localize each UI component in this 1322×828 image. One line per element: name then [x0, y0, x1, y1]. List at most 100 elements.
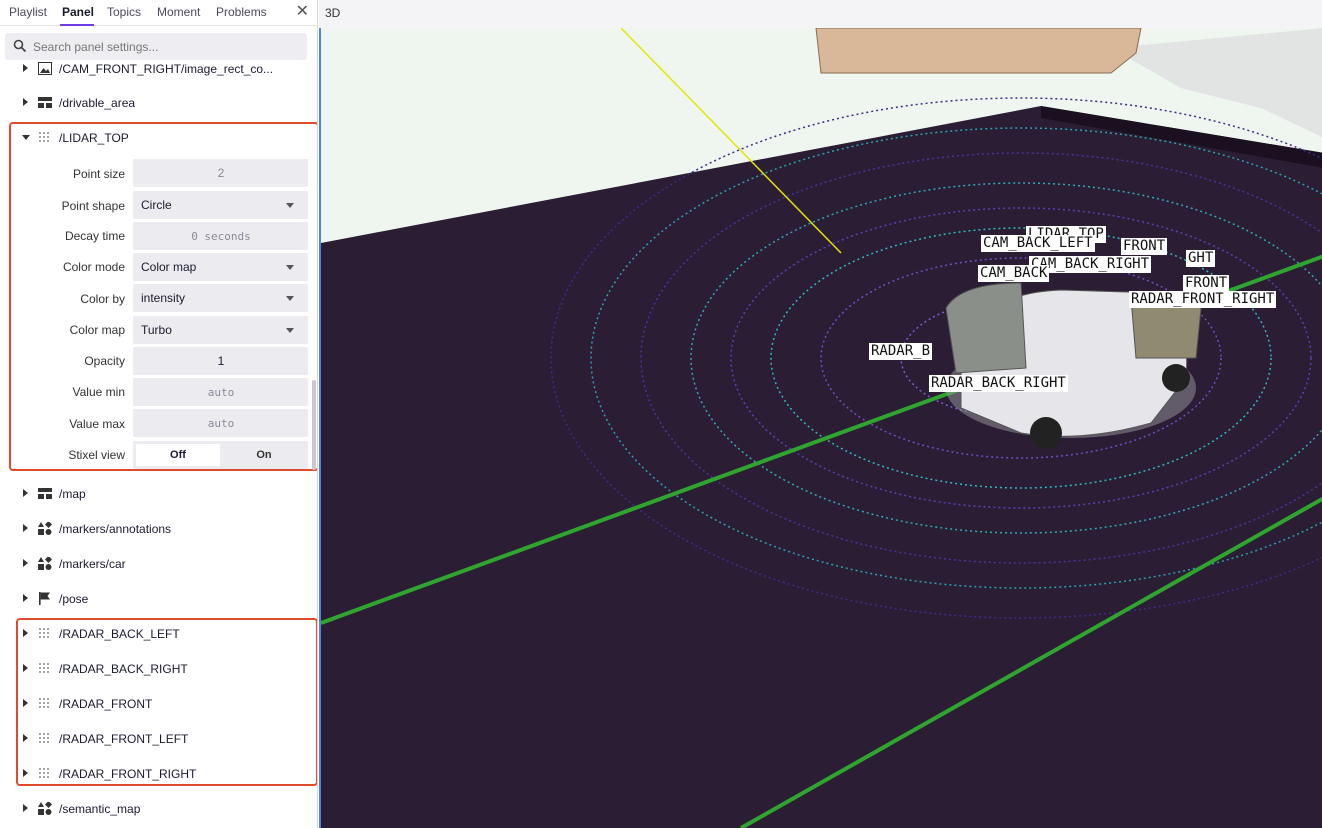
frame-label: FRONT [1121, 238, 1168, 255]
color-by-select[interactable]: intensity [133, 284, 308, 312]
expand-caret-icon[interactable] [23, 664, 28, 672]
topic-label: /semantic_map [59, 802, 141, 816]
topic-row-radar-back-right[interactable]: /RADAR_BACK_RIGHT [0, 656, 317, 682]
topic-label: /LIDAR_TOP [59, 131, 129, 145]
expand-caret-icon[interactable] [23, 98, 28, 106]
expand-caret-icon[interactable] [23, 629, 28, 637]
stixel-view-toggle: Off On [133, 441, 308, 469]
tab-panel[interactable]: Panel [62, 5, 94, 19]
point-shape-select[interactable]: Circle [133, 191, 308, 219]
topic-label: /map [59, 487, 86, 501]
decay-time-value: 0 seconds [191, 230, 251, 243]
topic-row-radar-back-left[interactable]: /RADAR_BACK_LEFT [0, 621, 317, 647]
points-icon [39, 663, 49, 673]
points-icon [39, 628, 49, 638]
value-min-input[interactable]: auto [133, 378, 308, 406]
building-box [815, 28, 1142, 74]
topic-label: /RADAR_BACK_LEFT [59, 627, 180, 641]
topic-label: /RADAR_FRONT_LEFT [59, 732, 189, 746]
point-shape-value: Circle [141, 198, 172, 212]
points-icon [39, 733, 49, 743]
topic-row-cam-front-right[interactable]: /CAM_FRONT_RIGHT/image_rect_co... [0, 56, 317, 82]
stixel-view-label: Stixel view [68, 448, 125, 462]
frame-label: CAM_BACK [978, 265, 1050, 282]
flag-icon [39, 592, 50, 605]
expand-caret-icon[interactable] [23, 804, 28, 812]
topic-label: /RADAR_FRONT [59, 697, 153, 711]
points-icon [39, 132, 49, 142]
opacity-input[interactable]: 1 [133, 347, 308, 375]
shapes-icon [38, 557, 52, 570]
expand-caret-icon[interactable] [23, 559, 28, 567]
frame-label: GHT [1186, 250, 1216, 267]
color-map-select[interactable]: Turbo [133, 316, 308, 344]
topic-row-radar-front-right[interactable]: /RADAR_FRONT_RIGHT [0, 761, 317, 787]
3d-scene-canvas[interactable]: LIDAR_TOP CAM_BACK_LEFT FRONT CAM_BACK_R… [319, 28, 1322, 828]
3d-viewport[interactable]: 3D LIDAR_TOP CAM_BACK_LEFT FRONT CAM_BAC… [319, 0, 1322, 828]
topic-row-radar-front-left[interactable]: /RADAR_FRONT_LEFT [0, 726, 317, 752]
shapes-icon [38, 802, 52, 815]
value-min-label: Value min [72, 385, 125, 399]
decay-time-label: Decay time [64, 229, 125, 243]
opacity-label: Opacity [84, 354, 125, 368]
point-size-value: 2 [217, 166, 225, 180]
topic-label: /markers/annotations [59, 522, 172, 536]
topic-label: /RADAR_FRONT_RIGHT [59, 767, 197, 781]
expand-caret-icon[interactable] [23, 489, 28, 497]
expand-caret-icon[interactable] [23, 594, 28, 602]
topic-row-semantic-map[interactable]: /semantic_map [0, 796, 317, 822]
chevron-down-icon [286, 203, 294, 208]
chevron-down-icon [286, 265, 294, 270]
frame-label: CAM_BACK_LEFT [981, 235, 1095, 252]
color-map-value: Turbo [141, 323, 172, 337]
close-icon[interactable]: ✕ [296, 3, 309, 21]
color-map-label: Color map [69, 323, 125, 337]
tab-problems[interactable]: Problems [216, 5, 267, 19]
expand-caret-icon[interactable] [23, 769, 28, 777]
tab-moment[interactable]: Moment [157, 5, 200, 19]
scene-graphics [321, 28, 1322, 828]
color-by-value: intensity [141, 291, 186, 305]
topic-row-radar-front[interactable]: /RADAR_FRONT [0, 691, 317, 717]
topic-row-markers-annotations[interactable]: /markers/annotations [0, 516, 317, 542]
expand-caret-icon[interactable] [23, 524, 28, 532]
frame-label: FRONT [1183, 275, 1230, 292]
active-tab-indicator [60, 24, 94, 26]
topic-row-map[interactable]: /map [0, 481, 317, 507]
topic-label: /RADAR_BACK_RIGHT [59, 662, 188, 676]
image-icon [38, 62, 52, 75]
grid-icon [38, 488, 52, 499]
shapes-icon [38, 522, 52, 535]
search-icon [13, 39, 27, 53]
expand-caret-icon[interactable] [23, 734, 28, 742]
chevron-down-icon [286, 328, 294, 333]
topic-row-markers-car[interactable]: /markers/car [0, 551, 317, 577]
topic-label: /drivable_area [59, 96, 136, 110]
settings-sidebar: Playlist Panel Topics Moment Problems ✕ … [0, 0, 318, 828]
scrollbar-thumb[interactable] [312, 380, 316, 470]
tab-playlist[interactable]: Playlist [9, 5, 47, 19]
color-by-label: Color by [80, 292, 125, 306]
topic-row-lidar-top[interactable]: /LIDAR_TOP [0, 125, 317, 151]
value-max-value: auto [207, 417, 235, 430]
tab-topics[interactable]: Topics [107, 5, 141, 19]
color-mode-value: Color map [141, 260, 197, 274]
stixel-on-button[interactable]: On [222, 444, 306, 466]
value-min-value: auto [207, 386, 235, 399]
topic-label: /CAM_FRONT_RIGHT/image_rect_co... [59, 62, 274, 76]
expand-caret-icon[interactable] [23, 64, 28, 72]
stixel-off-button[interactable]: Off [136, 444, 220, 466]
value-max-input[interactable]: auto [133, 409, 308, 437]
point-size-label: Point size [72, 167, 125, 181]
frame-label: RADAR_BACK_RIGHT [929, 375, 1068, 392]
collapse-caret-icon[interactable] [22, 135, 30, 140]
expand-caret-icon[interactable] [23, 699, 28, 707]
point-size-input[interactable]: 2 [133, 159, 308, 187]
color-mode-select[interactable]: Color map [133, 253, 308, 281]
frame-label: RADAR_B [869, 343, 933, 360]
grid-icon [38, 97, 52, 108]
decay-time-input[interactable]: 0 seconds [133, 222, 308, 250]
topic-label: /markers/car [59, 557, 126, 571]
topic-row-pose[interactable]: /pose [0, 586, 317, 612]
topic-row-drivable-area[interactable]: /drivable_area [0, 90, 317, 116]
